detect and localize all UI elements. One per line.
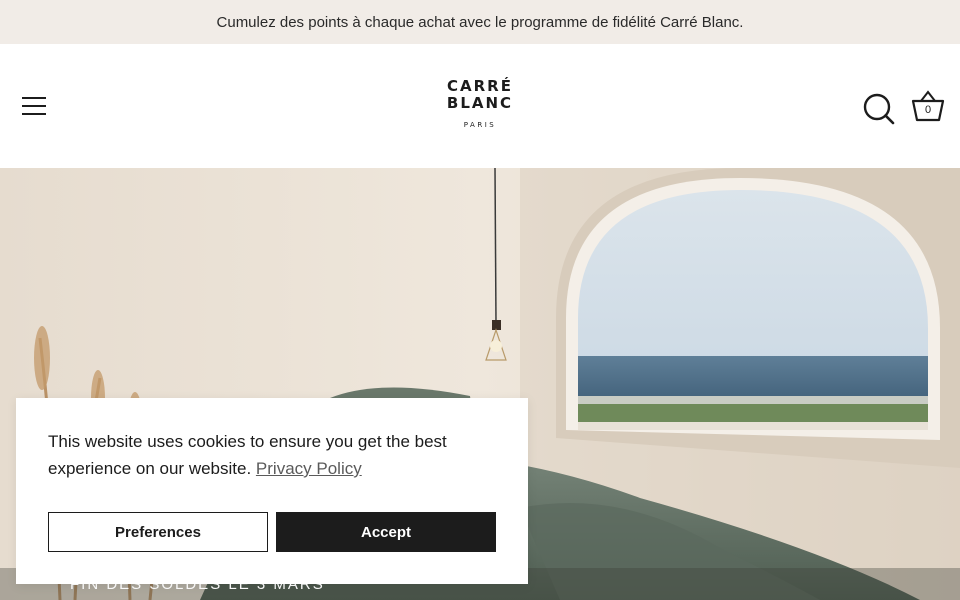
- accept-button[interactable]: Accept: [276, 512, 496, 552]
- announcement-text: Cumulez des points à chaque achat avec l…: [216, 13, 744, 31]
- hamburger-menu-icon[interactable]: [22, 96, 48, 118]
- logo-line-3: PARIS: [463, 121, 497, 129]
- cookie-actions: Preferences Accept: [48, 512, 496, 552]
- search-icon[interactable]: [862, 92, 896, 126]
- cookie-message: This website uses cookies to ensure you …: [48, 428, 496, 482]
- privacy-policy-link[interactable]: Privacy Policy: [256, 459, 362, 478]
- site-logo[interactable]: CARRÉ BLANC PARIS: [430, 78, 530, 134]
- basket-icon[interactable]: 0: [910, 90, 946, 124]
- logo-line-1: CARRÉ: [447, 77, 513, 95]
- logo-line-2: BLANC: [446, 94, 514, 112]
- announcement-bar: Cumulez des points à chaque achat avec l…: [0, 0, 960, 44]
- site-header: CARRÉ BLANC PARIS 0: [0, 44, 960, 168]
- preferences-button[interactable]: Preferences: [48, 512, 268, 552]
- cookie-banner: This website uses cookies to ensure you …: [16, 398, 528, 584]
- cookie-text: This website uses cookies to ensure you …: [48, 432, 447, 478]
- cart-count-badge: 0: [924, 104, 932, 116]
